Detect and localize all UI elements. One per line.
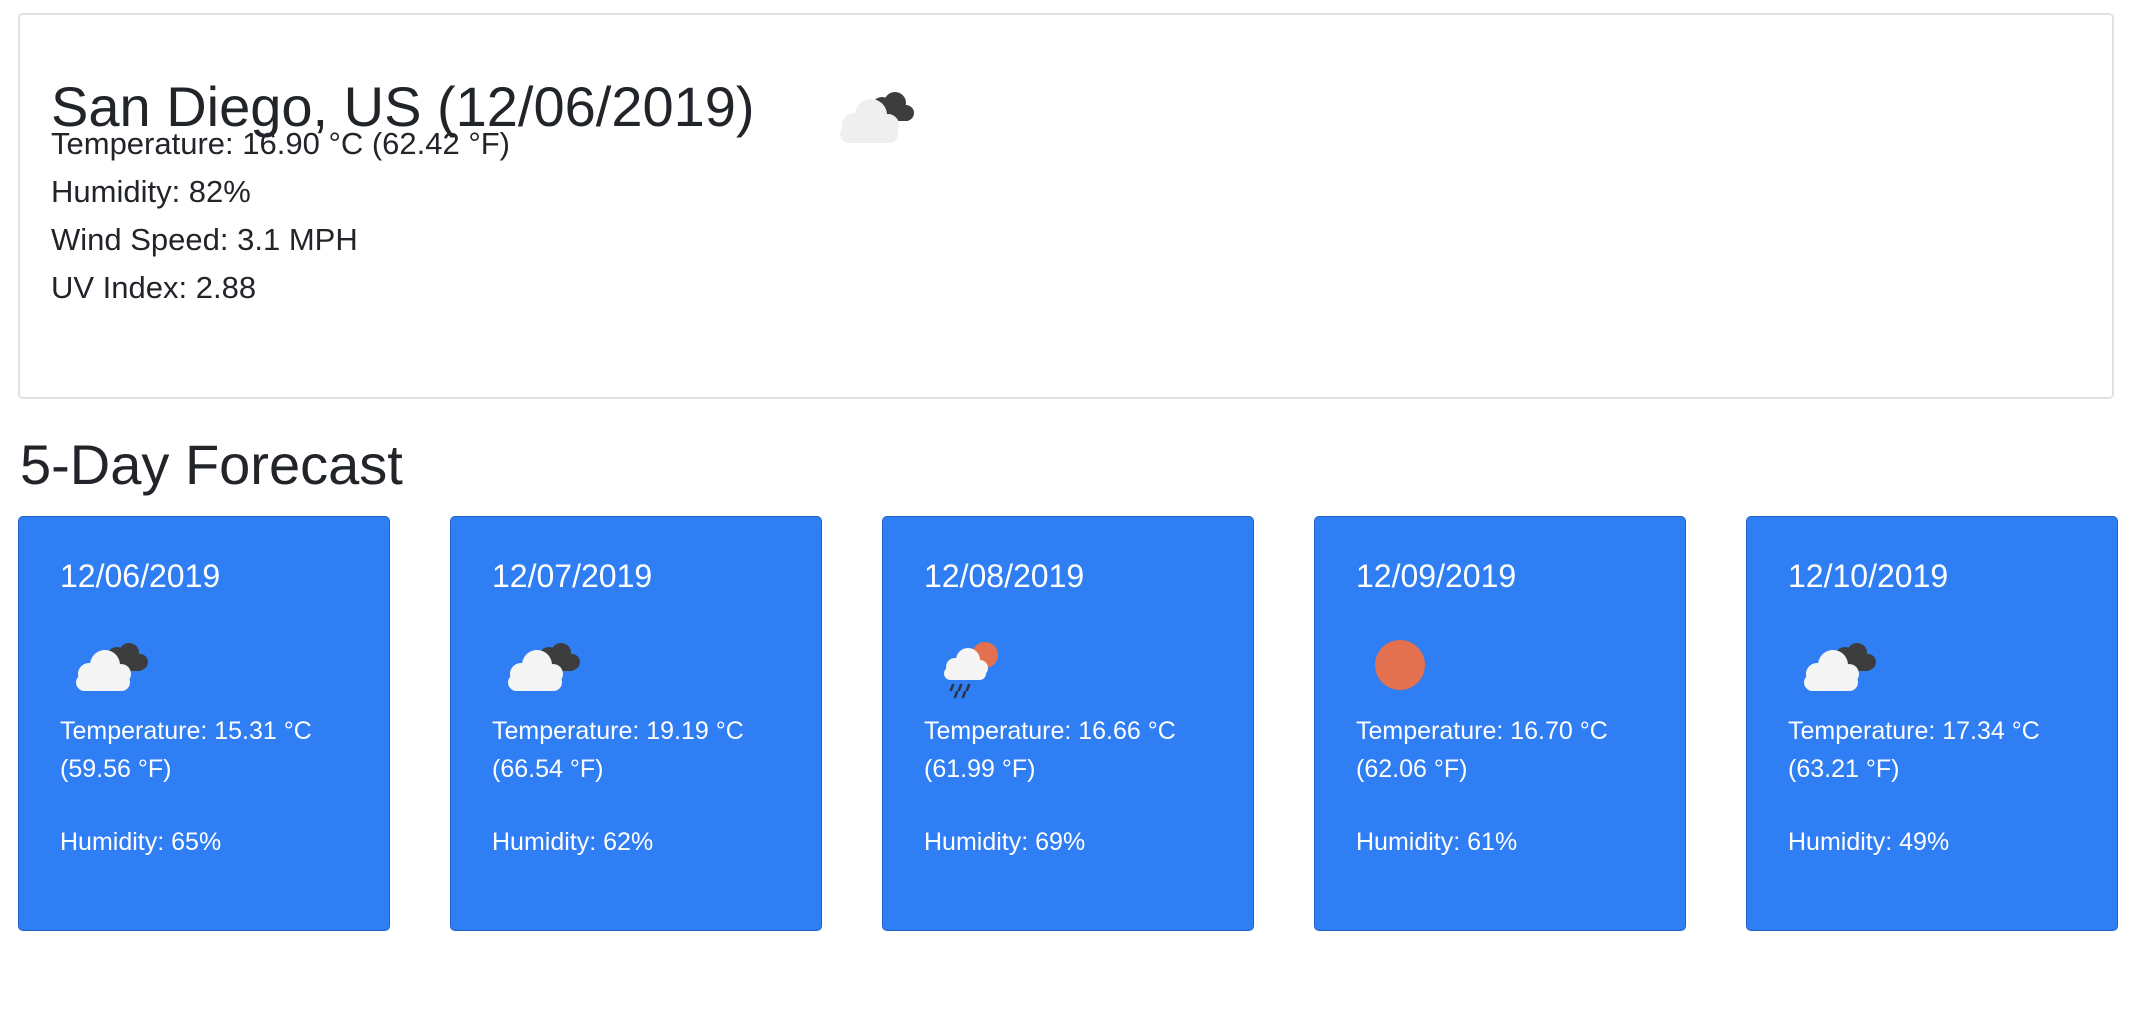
- forecast-heading: 5-Day Forecast: [20, 433, 403, 496]
- current-wind-speed: Wind Speed: 3.1 MPH: [51, 222, 358, 257]
- cloud-icon: [840, 92, 914, 143]
- forecast-date: 12/06/2019: [60, 558, 221, 594]
- forecast-temp-c: Temperature: 17.34 °C: [1788, 717, 2040, 745]
- forecast-temp-f: (61.99 °F): [924, 755, 1036, 783]
- forecast-date: 12/09/2019: [1356, 558, 1517, 594]
- current-weather-card: San Diego, US (12/06/2019) Temperature: …: [18, 13, 2114, 399]
- forecast-card: 12/06/2019 Temperature: 15.31 °C (59.56 …: [18, 516, 390, 931]
- cloud-icon: [76, 643, 148, 691]
- sun-icon: [1375, 640, 1425, 690]
- current-temperature: Temperature: 16.90 °C (62.42 °F): [51, 126, 511, 161]
- forecast-card: 12/08/2019 Temperature: 16.66 °C (61.99 …: [882, 516, 1254, 931]
- forecast-temperature: Temperature: 16.70 °C (62.06 °F): [1356, 712, 1676, 788]
- forecast-date: 12/07/2019: [492, 558, 653, 594]
- forecast-card: 12/09/2019 Temperature: 16.70 °C (62.06 …: [1314, 516, 1686, 931]
- forecast-date: 12/08/2019: [924, 558, 1085, 594]
- forecast-temperature: Temperature: 16.66 °C (61.99 °F): [924, 712, 1244, 788]
- forecast-humidity: Humidity: 65%: [60, 828, 222, 856]
- cloud-icon: [508, 643, 580, 691]
- forecast-temperature: Temperature: 19.19 °C (66.54 °F): [492, 712, 812, 788]
- forecast-humidity: Humidity: 62%: [492, 828, 654, 856]
- forecast-humidity: Humidity: 61%: [1356, 828, 1518, 856]
- forecast-temperature: Temperature: 15.31 °C (59.56 °F): [60, 712, 380, 788]
- forecast-temp-c: Temperature: 19.19 °C: [492, 717, 744, 745]
- forecast-humidity: Humidity: 69%: [924, 828, 1086, 856]
- forecast-humidity: Humidity: 49%: [1788, 828, 1950, 856]
- forecast-temp-c: Temperature: 16.70 °C: [1356, 717, 1608, 745]
- forecast-temp-f: (63.21 °F): [1788, 755, 1900, 783]
- rain-sun-icon: [944, 642, 998, 699]
- current-humidity: Humidity: 82%: [51, 174, 251, 209]
- forecast-temperature: Temperature: 17.34 °C (63.21 °F): [1788, 712, 2108, 788]
- forecast-card: 12/10/2019 Temperature: 17.34 °C (63.21 …: [1746, 516, 2118, 931]
- forecast-date: 12/10/2019: [1788, 558, 1949, 594]
- forecast-temp-c: Temperature: 15.31 °C: [60, 717, 312, 745]
- forecast-card: 12/07/2019 Temperature: 19.19 °C (66.54 …: [450, 516, 822, 931]
- forecast-temp-f: (59.56 °F): [60, 755, 172, 783]
- cloud-icon: [1804, 643, 1876, 691]
- forecast-temp-f: (66.54 °F): [492, 755, 604, 783]
- current-uv-index: UV Index: 2.88: [51, 270, 257, 305]
- forecast-temp-c: Temperature: 16.66 °C: [924, 717, 1176, 745]
- forecast-temp-f: (62.06 °F): [1356, 755, 1468, 783]
